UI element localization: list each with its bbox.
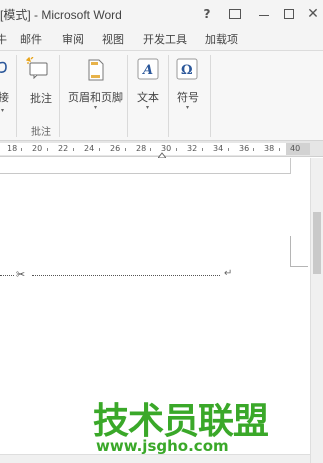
group-separator [59, 55, 60, 137]
page-edge [290, 158, 291, 174]
symbol-caret: ▾ [186, 104, 190, 111]
header-footer-caret: ▾ [94, 104, 98, 111]
ruler-tick [125, 148, 126, 151]
ribbon-tabs: 牛 邮件 审阅 视图 开发工具 加载项 [0, 28, 323, 50]
ruler-tick [228, 148, 229, 151]
svg-text:A: A [141, 63, 153, 78]
ruler-tick-label: 24 [84, 144, 95, 153]
ruler-tick-label: 40 [290, 144, 301, 153]
group-separator [210, 55, 211, 137]
horizontal-ruler[interactable]: 18 20 22 24 26 28 30 32 34 36 38 40 [0, 141, 323, 158]
maximize-icon [284, 9, 294, 19]
new-comment-label[interactable]: 批注 [30, 90, 52, 106]
cut-line [0, 275, 14, 276]
horizontal-scrollbar[interactable] [0, 454, 310, 463]
tab-developer[interactable]: 开发工具 [143, 31, 187, 47]
text-caret: ▾ [146, 104, 150, 111]
link-caret: ▾ [1, 107, 5, 114]
margin-mark [290, 236, 291, 266]
cut-line [32, 275, 220, 276]
ruler-tick [73, 148, 74, 151]
link-button-label[interactable]: 接 [0, 89, 9, 105]
new-comment-icon[interactable] [26, 57, 50, 79]
tab-review[interactable]: 审阅 [62, 31, 84, 47]
ruler-tick-label: 22 [58, 144, 69, 153]
ruler-tick-label: 26 [110, 144, 121, 153]
vertical-scrollbar[interactable] [310, 158, 323, 463]
tab-view[interactable]: 视图 [102, 31, 124, 47]
ribbon: 接 ▾ 批注 批注 页眉和页脚 ▾ A 文本 ▾ Ω 符号 ▾ [0, 50, 323, 141]
text-box-icon[interactable]: A [137, 58, 159, 80]
paragraph-mark-icon: ↵ [224, 268, 233, 279]
ruler-tick [47, 148, 48, 151]
omega-symbol-icon[interactable]: Ω [176, 58, 198, 80]
tab-mailings[interactable]: 邮件 [20, 31, 42, 47]
ribbon-display-options-button[interactable] [226, 5, 244, 23]
ruler-tick-label: 20 [32, 144, 43, 153]
tab-partial[interactable]: 牛 [0, 31, 7, 47]
title-bar: [模式] - Microsoft Word ? ✕ [0, 0, 323, 28]
group-separator [127, 55, 128, 137]
ruler-tick [176, 148, 177, 151]
ruler-tick-label: 38 [264, 144, 275, 153]
minimize-icon [259, 15, 269, 16]
header-footer-label[interactable]: 页眉和页脚 [68, 89, 123, 105]
group-separator [16, 55, 17, 137]
ruler-tick [202, 148, 203, 151]
scissors-icon: ✂ [16, 268, 26, 281]
ruler-tick [21, 148, 22, 151]
watermark-url: www.jsgho.com [96, 437, 229, 455]
window-title: [模式] - Microsoft Word [0, 8, 122, 22]
ruler-tick [99, 148, 100, 151]
link-icon[interactable] [0, 59, 10, 77]
minimize-button[interactable] [255, 5, 273, 23]
ruler-tick-label: 18 [7, 144, 18, 153]
ruler-tick [150, 148, 151, 151]
ruler-tick-label: 28 [136, 144, 147, 153]
header-footer-icon[interactable] [87, 59, 105, 81]
ruler-tick [253, 148, 254, 151]
page-edge [0, 173, 290, 174]
ruler-tick-label: 34 [213, 144, 224, 153]
svg-text:Ω: Ω [181, 63, 193, 78]
maximize-button[interactable] [280, 5, 298, 23]
scrollbar-thumb[interactable] [313, 212, 321, 274]
text-label[interactable]: 文本 [137, 89, 159, 105]
group-separator [168, 55, 169, 137]
close-button[interactable]: ✕ [304, 5, 322, 23]
ruler-tick [279, 148, 280, 151]
ruler-tick-label: 36 [239, 144, 250, 153]
comment-group-label: 批注 [31, 127, 51, 138]
ruler-tick-label: 32 [187, 144, 198, 153]
help-button[interactable]: ? [198, 5, 216, 23]
tab-addins[interactable]: 加载项 [205, 31, 238, 47]
symbol-label[interactable]: 符号 [177, 89, 199, 105]
ribbon-display-icon [229, 9, 241, 19]
margin-mark [290, 266, 308, 267]
